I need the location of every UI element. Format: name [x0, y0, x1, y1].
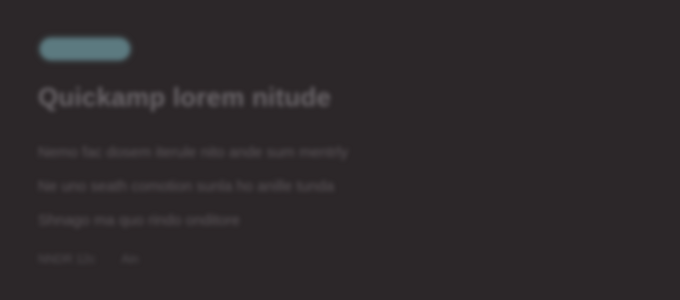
- blurred-content-card: Quickamp lorem nitude Nemo fac dosem ite…: [0, 0, 680, 300]
- body-line-1: Nemo fac dosem iterule nito ande sum men…: [38, 144, 349, 161]
- card-meta-row: NNDR 12c Ain: [38, 252, 139, 266]
- blur-layer: Quickamp lorem nitude Nemo fac dosem ite…: [0, 0, 680, 300]
- meta-left: NNDR 12c: [38, 252, 96, 266]
- body-line-2: Ne uno seath comotion sunla ho anille tu…: [38, 178, 335, 195]
- card-headline: Quickamp lorem nitude: [38, 82, 332, 112]
- tag-badge: [40, 38, 130, 60]
- meta-right: Ain: [121, 252, 139, 266]
- card-body-text: Nemo fac dosem iterule nito ande sum men…: [38, 136, 518, 238]
- body-line-3: Shnago ma quo rindo onditore: [38, 212, 240, 229]
